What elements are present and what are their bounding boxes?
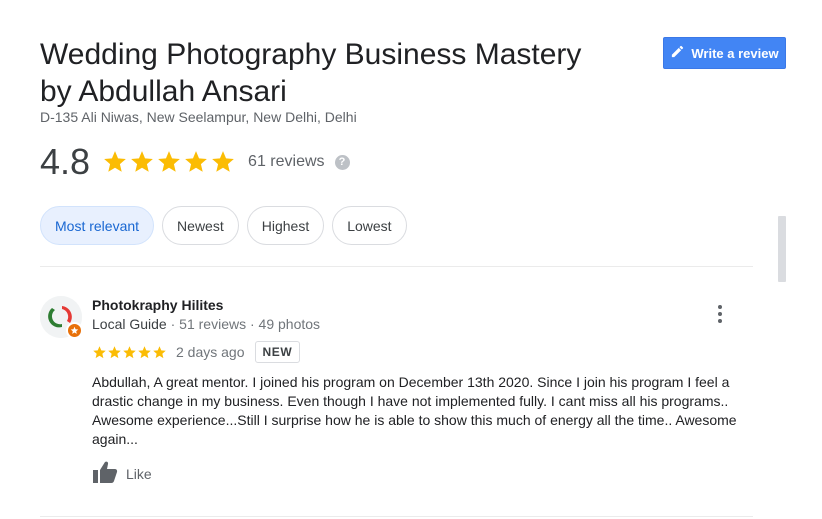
review-count: 61 reviews [248, 153, 325, 170]
star-icon [93, 345, 106, 358]
reviews-panel: Wedding Photography Business Mastery by … [0, 0, 822, 519]
local-guide-badge-icon [66, 322, 83, 339]
sort-newest[interactable]: Newest [162, 206, 239, 245]
star-icon [108, 345, 121, 358]
rating-summary: 4.8 61 reviews ? [40, 141, 350, 182]
thumbs-up-icon [92, 460, 118, 489]
like-button[interactable]: Like [92, 461, 152, 487]
reviewer-review-count: 51 reviews [179, 316, 247, 332]
write-review-button[interactable]: Write a review [663, 37, 786, 69]
review-rating-row: 2 days ago NEW [92, 340, 301, 364]
pencil-icon [670, 44, 685, 62]
review-date: 2 days ago [176, 344, 245, 360]
review-stars [92, 345, 167, 360]
star-icon [153, 345, 166, 358]
reviewer-photo-count: 49 photos [258, 316, 321, 332]
star-icon [158, 151, 180, 172]
business-address: D-135 Ali Niwas, New Seelampur, New Delh… [40, 109, 357, 125]
meta-separator: · [249, 316, 259, 332]
reviewer-meta: Local Guide · 51 reviews · 49 photos [92, 316, 320, 332]
new-badge: NEW [254, 341, 301, 363]
sort-highest[interactable]: Highest [246, 206, 325, 245]
meta-separator: · [170, 316, 180, 332]
sort-most-relevant[interactable]: Most relevant [40, 206, 155, 245]
star-icon [138, 345, 151, 358]
write-review-label: Write a review [691, 45, 779, 61]
scrollbar-thumb[interactable] [778, 216, 786, 282]
star-icon [131, 151, 153, 172]
local-guide-label: Local Guide [92, 316, 167, 332]
divider [40, 516, 753, 517]
star-icon [212, 151, 234, 172]
help-icon[interactable]: ? [334, 154, 350, 170]
star-icon [104, 151, 126, 172]
business-title: Wedding Photography Business Mastery by … [40, 38, 582, 108]
average-rating: 4.8 [40, 141, 91, 182]
star-icon [123, 345, 136, 358]
more-options-icon[interactable] [710, 303, 730, 325]
reviewer-name[interactable]: Photokraphy Hilites [92, 297, 223, 313]
like-label: Like [126, 466, 152, 482]
sort-chips: Most relevant Newest Highest Lowest [40, 206, 407, 245]
review-text: Abdullah, A great mentor. I joined his p… [92, 374, 737, 447]
divider [40, 266, 753, 267]
rating-stars [102, 149, 236, 175]
sort-lowest[interactable]: Lowest [332, 206, 407, 245]
star-icon [185, 151, 207, 172]
